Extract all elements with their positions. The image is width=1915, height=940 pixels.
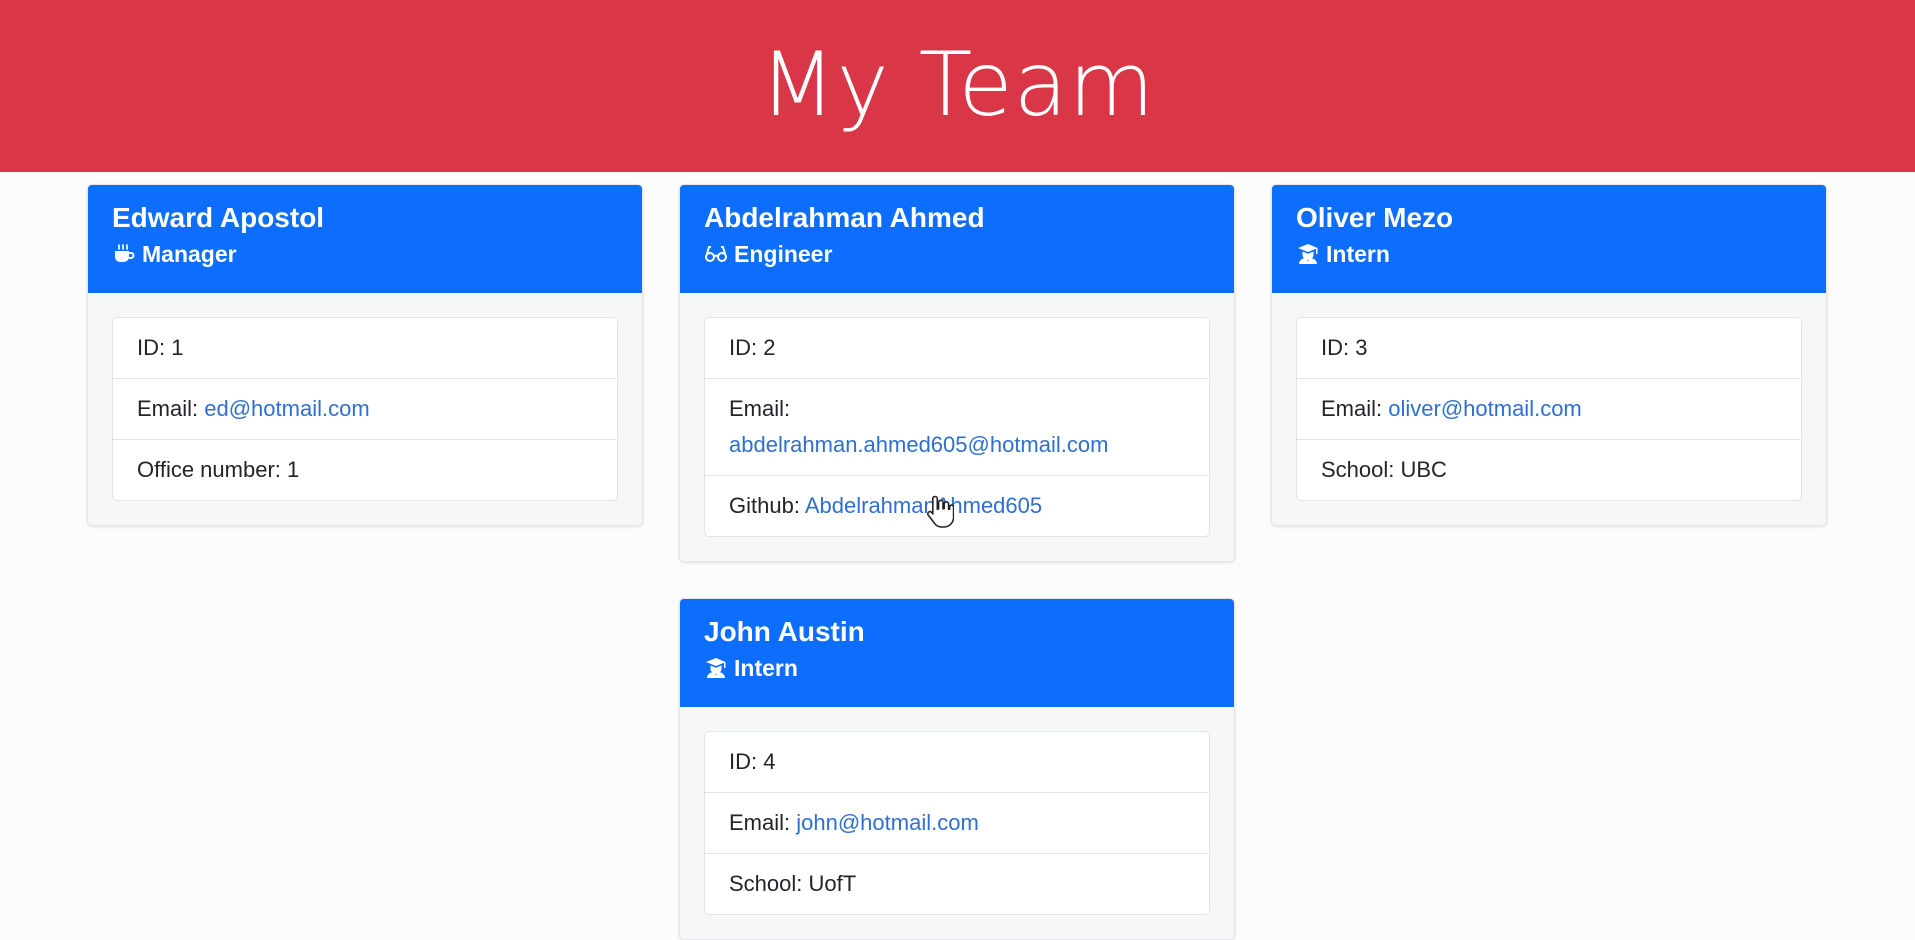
card-body: ID: 2 Email: abdelrahman.ahmed605@hotmai… — [680, 293, 1234, 561]
card-body: ID: 3 Email: oliver@hotmail.com School: … — [1272, 293, 1826, 525]
list-item-id: ID: 4 — [729, 749, 776, 774]
list-item-id: ID: 3 — [1321, 335, 1368, 360]
card-body: ID: 4 Email: john@hotmail.com School: Uo… — [680, 707, 1234, 939]
github-label: Github: — [729, 493, 800, 518]
role-label: Manager — [142, 241, 237, 267]
email-label: Email: — [729, 810, 791, 835]
employee-card: Edward Apostol Manager ID: 1 Email: ed@h… — [87, 184, 643, 526]
employee-role: Intern — [704, 654, 1210, 682]
employee-role: Intern — [1296, 240, 1802, 268]
details-list: ID: 4 Email: john@hotmail.com School: Uo… — [704, 731, 1210, 915]
email-link[interactable]: abdelrahman.ahmed605@hotmail.com — [729, 432, 1108, 457]
list-item-email: Email: abdelrahman.ahmed605@hotmail.com — [705, 378, 1209, 475]
graduate-icon — [704, 656, 728, 680]
list-item-github: Github: AbdelrahmanAhmed605 — [705, 475, 1209, 536]
list-item-email: Email: oliver@hotmail.com — [1297, 378, 1801, 439]
email-label: Email: — [729, 396, 791, 421]
list-item-id: ID: 2 — [729, 335, 776, 360]
graduate-icon — [1296, 242, 1320, 266]
list-item-school: School: UBC — [1297, 439, 1801, 500]
list-item-email: Email: john@hotmail.com — [705, 792, 1209, 853]
hand-cursor-icon — [927, 495, 954, 528]
details-list: ID: 3 Email: oliver@hotmail.com School: … — [1296, 317, 1802, 501]
role-label: Engineer — [734, 241, 833, 267]
card-body: ID: 1 Email: ed@hotmail.com Office numbe… — [88, 293, 642, 525]
glasses-icon — [704, 242, 728, 266]
email-link[interactable]: oliver@hotmail.com — [1388, 396, 1582, 421]
details-list: ID: 1 Email: ed@hotmail.com Office numbe… — [112, 317, 618, 501]
list-item-email: Email: ed@hotmail.com — [113, 378, 617, 439]
card-header: John Austin Intern — [680, 599, 1234, 707]
employee-name: John Austin — [704, 616, 865, 647]
email-link[interactable]: john@hotmail.com — [796, 810, 979, 835]
page-banner: My Team — [0, 0, 1915, 172]
github-link[interactable]: AbdelrahmanAhmed605 — [805, 493, 1042, 518]
email-label: Email: — [1321, 396, 1383, 421]
coffee-icon — [112, 242, 136, 266]
employee-name: Oliver Mezo — [1296, 202, 1454, 233]
employee-role: Engineer — [704, 240, 1210, 268]
role-label: Intern — [734, 655, 798, 681]
employee-name: Abdelrahman Ahmed — [704, 202, 985, 233]
page-title: My Team — [759, 32, 1156, 136]
role-label: Intern — [1326, 241, 1390, 267]
email-link[interactable]: ed@hotmail.com — [204, 396, 369, 421]
card-header: Edward Apostol Manager — [88, 185, 642, 293]
list-item-office: Office number: 1 — [113, 439, 617, 500]
employee-card: Oliver Mezo Intern ID: 3 Email: oliver@h… — [1271, 184, 1827, 526]
email-label: Email: — [137, 396, 199, 421]
details-list: ID: 2 Email: abdelrahman.ahmed605@hotmai… — [704, 317, 1210, 537]
employee-role: Manager — [112, 240, 618, 268]
card-header: Oliver Mezo Intern — [1272, 185, 1826, 293]
employee-name: Edward Apostol — [112, 202, 325, 233]
employee-card: Abdelrahman Ahmed Engineer ID: 2 Email: … — [679, 184, 1235, 562]
list-item-school: School: UofT — [705, 853, 1209, 914]
card-header: Abdelrahman Ahmed Engineer — [680, 185, 1234, 293]
list-item-id: ID: 1 — [137, 335, 184, 360]
